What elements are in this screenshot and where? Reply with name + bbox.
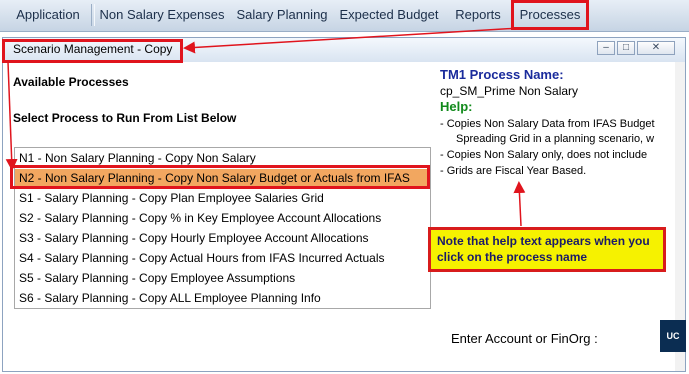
menu-non-salary-expenses[interactable]: Non Salary Expenses	[96, 3, 228, 27]
process-item-s3[interactable]: S3 - Salary Planning - Copy Hourly Emplo…	[19, 229, 369, 247]
menu-application[interactable]: Application	[8, 3, 88, 27]
process-item-s2[interactable]: S2 - Salary Planning - Copy % in Key Emp…	[19, 209, 381, 227]
help-text-callout: Note that help text appears when you cli…	[428, 227, 666, 272]
window-titlebar: Scenario Management - Copy – □ ✕	[3, 38, 685, 62]
select-process-label: Select Process to Run From List Below	[13, 111, 237, 125]
help-label: Help:	[440, 99, 473, 114]
process-item-s1[interactable]: S1 - Salary Planning - Copy Plan Employe…	[19, 189, 324, 207]
help-text-line: - Copies Non Salary only, does not inclu…	[440, 149, 648, 161]
menu-separator	[91, 4, 95, 26]
menu-reports[interactable]: Reports	[450, 3, 506, 27]
window-title: Scenario Management - Copy	[13, 42, 173, 56]
minimize-button[interactable]: –	[597, 41, 615, 55]
process-item-s4[interactable]: S4 - Salary Planning - Copy Actual Hours…	[19, 249, 385, 267]
process-item-s6[interactable]: S6 - Salary Planning - Copy ALL Employee…	[19, 289, 321, 307]
top-menu-bar: Application Non Salary Expenses Salary P…	[0, 0, 689, 32]
enter-account-label: Enter Account or FinOrg :	[451, 331, 598, 346]
process-item-s5[interactable]: S5 - Salary Planning - Copy Employee Ass…	[19, 269, 295, 287]
help-text-line: - Grids are Fiscal Year Based.	[440, 165, 587, 177]
process-list[interactable]: N1 - Non Salary Planning - Copy Non Sala…	[14, 147, 431, 309]
uc-logo: UC	[660, 320, 686, 352]
menu-expected-budget[interactable]: Expected Budget	[336, 3, 442, 27]
help-text-line: - Copies Non Salary Data from IFAS Budge…	[440, 118, 655, 130]
help-text-line: Spreading Grid in a planning scenario, w	[456, 133, 655, 145]
tm1-process-name-value: cp_SM_Prime Non Salary	[440, 84, 579, 98]
maximize-button[interactable]: □	[617, 41, 635, 55]
menu-processes[interactable]: Processes	[514, 3, 586, 27]
process-item-n2[interactable]: N2 - Non Salary Planning - Copy Non Sala…	[15, 169, 430, 187]
scenario-management-window: Scenario Management - Copy – □ ✕ Availab…	[2, 37, 686, 372]
process-item-n1[interactable]: N1 - Non Salary Planning - Copy Non Sala…	[19, 149, 256, 167]
close-button[interactable]: ✕	[637, 41, 675, 55]
tm1-process-name-title: TM1 Process Name:	[440, 67, 564, 82]
available-processes-label: Available Processes	[13, 75, 129, 89]
menu-salary-planning[interactable]: Salary Planning	[232, 3, 332, 27]
